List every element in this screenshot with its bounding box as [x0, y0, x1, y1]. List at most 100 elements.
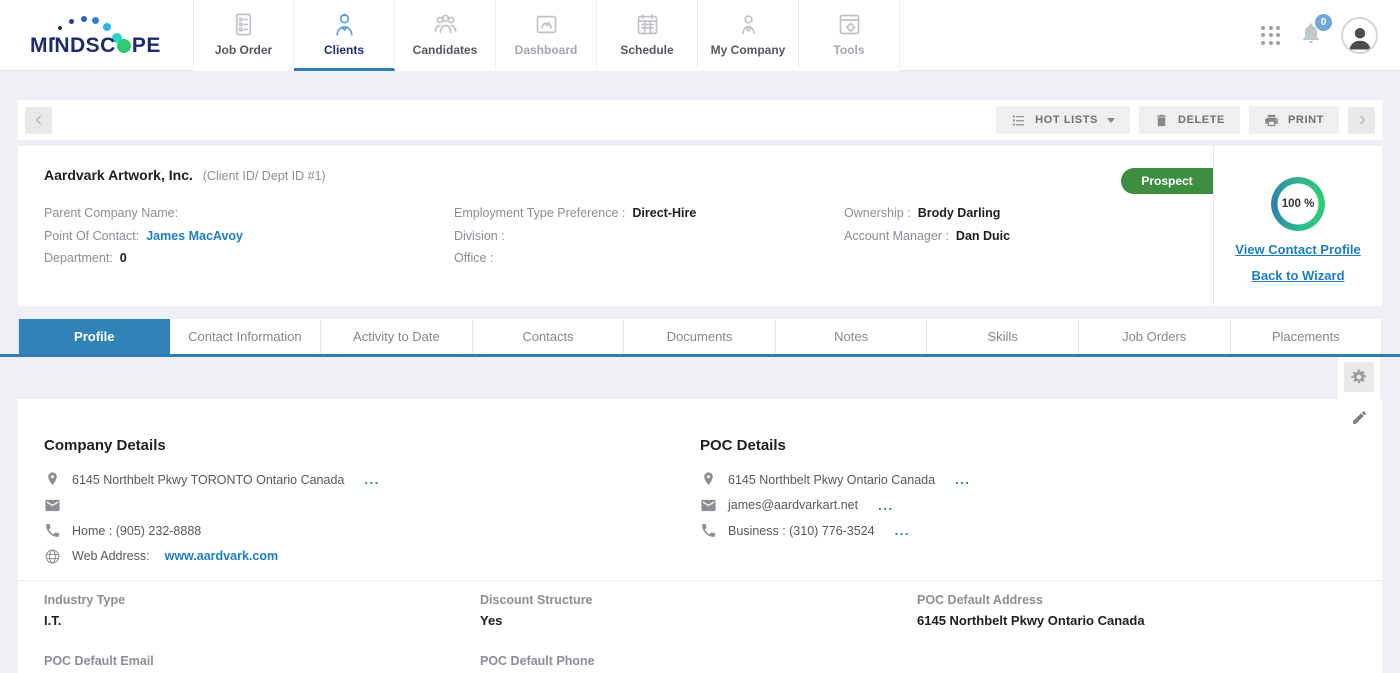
my-company-icon	[735, 11, 762, 38]
hot-lists-button[interactable]: HOT LISTS	[996, 106, 1130, 134]
nav-label: Tools	[833, 43, 864, 57]
completion-ring: 100 %	[1271, 177, 1325, 231]
nav-label: Job Order	[215, 43, 272, 57]
chevron-down-icon	[1107, 118, 1115, 123]
tab-job-orders[interactable]: Job Orders	[1079, 319, 1231, 354]
discount-structure-label: Discount Structure	[480, 593, 917, 607]
print-button[interactable]: PRINT	[1249, 106, 1339, 134]
company-details-heading: Company Details	[44, 437, 380, 454]
phone-icon	[44, 522, 61, 539]
print-label: PRINT	[1288, 114, 1324, 126]
completion-percentage: 100 %	[1271, 177, 1325, 231]
settings-button[interactable]	[1344, 362, 1374, 392]
nav-item-candidates[interactable]: Candidates	[395, 0, 496, 71]
company-address-more-button[interactable]: ...	[364, 472, 379, 487]
back-to-wizard-link[interactable]: Back to Wizard	[1251, 268, 1344, 283]
nav-label: Schedule	[620, 43, 673, 57]
edit-pencil-icon[interactable]	[1351, 409, 1368, 426]
poc-default-email-label: POC Default Email	[44, 654, 480, 668]
gear-holder	[1338, 357, 1380, 399]
poc-phone-more-button[interactable]: ...	[895, 523, 910, 538]
client-title: Aardvark Artwork, Inc. (Client ID/ Dept …	[44, 167, 326, 183]
poc-details-section: POC Details 6145 Northbelt Pkwy Ontario …	[700, 437, 970, 548]
summary-row-1: Industry Type I.T. Discount Structure Ye…	[44, 593, 1356, 628]
poc-address-more-button[interactable]: ...	[955, 472, 970, 487]
ownership-label: Ownership :	[844, 206, 911, 220]
point-of-contact-link[interactable]: James MacAvoy	[146, 229, 243, 243]
tab-options-band	[0, 357, 1400, 399]
schedule-icon	[634, 11, 661, 38]
company-address: 6145 Northbelt Pkwy TORONTO Ontario Cana…	[72, 473, 344, 487]
client-tabs-bar: Profile Contact Information Activity to …	[0, 319, 1400, 357]
tab-placements[interactable]: Placements	[1231, 319, 1383, 354]
mindscope-logo[interactable]: MINDSCPE	[30, 8, 170, 63]
summary-row-2: POC Default Email POC Default Phone	[44, 654, 1356, 668]
industry-type-label: Industry Type	[44, 593, 480, 607]
client-side-panel: 100 % View Contact Profile Back to Wizar…	[1213, 146, 1382, 306]
trash-icon	[1154, 113, 1169, 128]
apps-grid-icon[interactable]	[1261, 26, 1281, 46]
main-menu: Job Order Clients Candidates Dashboard	[193, 0, 900, 71]
logo-green-dot	[117, 39, 131, 53]
company-web-label: Web Address:	[72, 549, 150, 563]
department-value: 0	[120, 251, 127, 265]
delete-label: DELETE	[1178, 114, 1225, 126]
record-toolbar: HOT LISTS DELETE PRINT	[18, 100, 1382, 140]
next-record-button[interactable]	[1348, 107, 1375, 134]
view-contact-profile-link[interactable]: View Contact Profile	[1235, 242, 1360, 257]
tab-profile[interactable]: Profile	[18, 319, 170, 354]
tab-activity-to-date[interactable]: Activity to Date	[321, 319, 473, 354]
nav-item-dashboard[interactable]: Dashboard	[496, 0, 597, 71]
nav-label: Candidates	[413, 43, 478, 57]
nav-item-tools[interactable]: Tools	[799, 0, 900, 71]
department-label: Department:	[44, 251, 113, 265]
status-badge: Prospect	[1121, 168, 1213, 194]
poc-default-address-value: 6145 Northbelt Pkwy Ontario Canada	[917, 613, 1356, 628]
job-order-icon	[230, 11, 257, 38]
tools-icon	[836, 11, 863, 38]
parent-company-label: Parent Company Name:	[44, 206, 178, 220]
office-label: Office :	[454, 251, 493, 265]
location-pin-icon	[44, 471, 61, 488]
clients-icon	[331, 11, 358, 38]
employment-type-value: Direct-Hire	[632, 206, 696, 220]
poc-default-phone-label: POC Default Phone	[480, 654, 917, 668]
notification-count-badge: 0	[1315, 14, 1332, 31]
tab-notes[interactable]: Notes	[776, 319, 928, 354]
company-phone: Home : (905) 232-8888	[72, 524, 201, 538]
discount-structure-value: Yes	[480, 613, 917, 628]
poc-default-address-label: POC Default Address	[917, 593, 1356, 607]
hot-lists-label: HOT LISTS	[1035, 114, 1098, 126]
top-navigation: MINDSCPE Job Order Clients	[0, 0, 1400, 71]
client-name: Aardvark Artwork, Inc.	[44, 167, 193, 183]
delete-button[interactable]: DELETE	[1139, 106, 1240, 134]
account-manager-label: Account Manager :	[844, 229, 949, 243]
notifications-bell-icon[interactable]: 0	[1299, 21, 1323, 50]
logo-text: MINDSCPE	[30, 34, 161, 58]
previous-record-button[interactable]	[25, 107, 52, 134]
client-id-text: (Client ID/ Dept ID #1)	[203, 169, 326, 183]
nav-item-schedule[interactable]: Schedule	[597, 0, 698, 71]
nav-item-my-company[interactable]: My Company	[698, 0, 799, 71]
tab-contact-information[interactable]: Contact Information	[170, 319, 322, 354]
dashboard-icon	[533, 11, 560, 38]
company-web-address-link[interactable]: www.aardvark.com	[165, 549, 278, 563]
location-pin-icon	[700, 471, 717, 488]
profile-tab-content: Company Details 6145 Northbelt Pkwy TORO…	[18, 399, 1382, 673]
client-fields-column-2: Employment Type Preference :Direct-Hire …	[454, 202, 696, 270]
nav-item-clients[interactable]: Clients	[294, 0, 395, 71]
poc-email-more-button[interactable]: ...	[878, 498, 893, 513]
globe-icon	[44, 548, 61, 565]
nav-label: Dashboard	[515, 43, 578, 57]
client-fields-column-3: Ownership :Brody Darling Account Manager…	[844, 202, 1010, 247]
email-icon	[700, 497, 717, 514]
poc-phone: Business : (310) 776-3524	[728, 524, 875, 538]
tab-documents[interactable]: Documents	[624, 319, 776, 354]
gear-icon	[1350, 368, 1368, 386]
tab-skills[interactable]: Skills	[927, 319, 1079, 354]
section-divider	[18, 580, 1382, 581]
employment-type-label: Employment Type Preference :	[454, 206, 625, 220]
tab-contacts[interactable]: Contacts	[473, 319, 625, 354]
user-avatar[interactable]	[1341, 17, 1378, 54]
nav-item-job-order[interactable]: Job Order	[193, 0, 294, 71]
